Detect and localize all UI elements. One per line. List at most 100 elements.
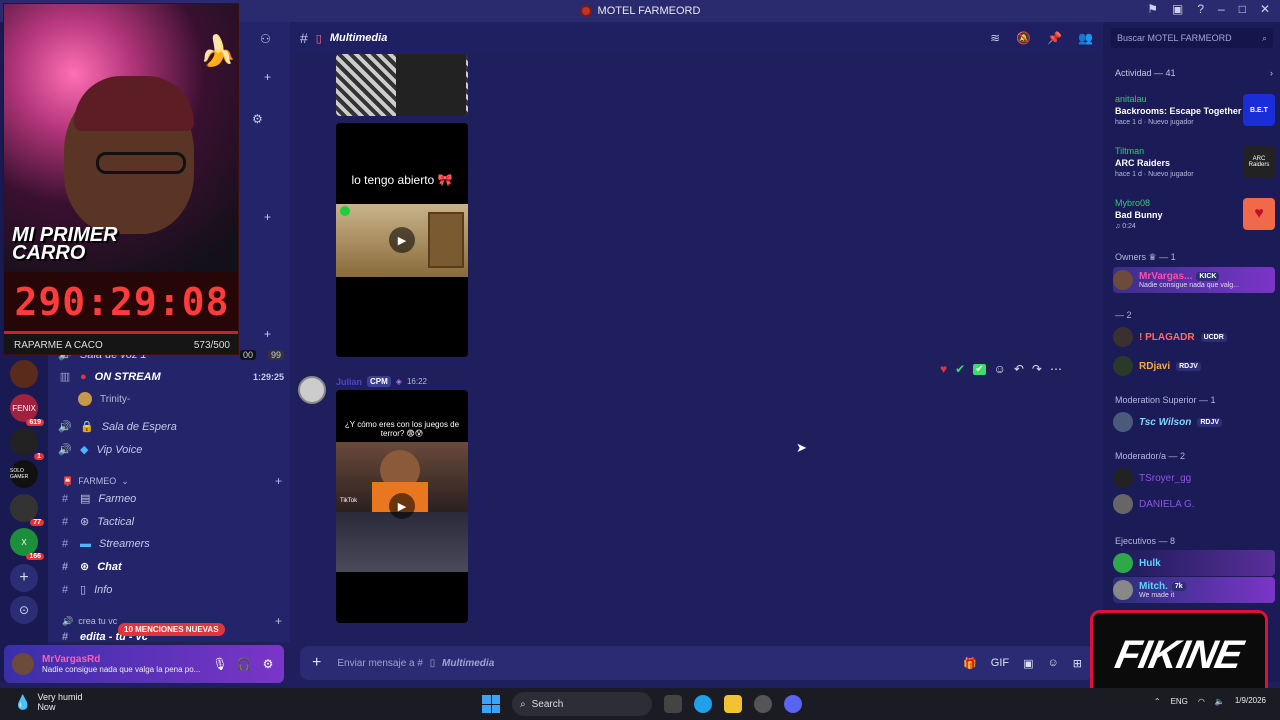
sticker-icon[interactable]: ▣ [1023,657,1033,670]
new-mentions-pill[interactable]: 10 MENCIONES NUEVAS [118,623,225,636]
add-channel-icon[interactable]: + [264,327,271,341]
overlay-title: MI PRIMER CARRO [12,224,118,264]
add-server-button[interactable]: + [10,564,38,592]
message-input[interactable]: Enviar mensaje a # ▯ Multimedia [337,658,494,669]
headphones-icon[interactable]: 🎧 [236,657,252,671]
play-icon[interactable]: ▶ [389,227,415,253]
add-channel-icon[interactable]: + [275,474,282,488]
explore-servers-button[interactable]: ⊙ [10,596,38,624]
forward-icon[interactable]: ↷ [1032,362,1042,376]
add-channel-icon[interactable]: + [264,210,271,224]
volume-icon[interactable]: 🔈 [1215,697,1225,706]
pinned-messages-icon[interactable]: 📌 [1047,31,1062,45]
hash-icon: # [61,560,69,573]
windows-start-icon[interactable] [482,695,500,713]
clock-date[interactable]: 1/9/2026 [1235,696,1266,706]
member-row[interactable]: Hulk [1113,550,1275,576]
weather-widget[interactable]: 💧 Very humid Now [14,692,82,712]
server-icon[interactable]: 77 [10,494,44,526]
close-button[interactable]: ✕ [1260,2,1270,16]
check-reaction-icon[interactable]: ✔ [955,362,965,376]
server-icon[interactable] [10,360,38,388]
maximize-button[interactable]: □ [1239,2,1246,16]
server-icon[interactable]: FENIX 619 [10,394,44,426]
text-channel[interactable]: # ▬ Streamers [58,538,284,550]
server-search[interactable]: Buscar MOTEL FARMEORD ⌕ [1111,28,1273,48]
document-icon: ▯ [80,584,87,596]
voice-channel-on-stream[interactable]: ▥ ● ON STREAM 1:29:25 [58,370,284,384]
play-icon[interactable]: ▶ [389,493,415,519]
video-attachment[interactable]: lo tengo abierto 🎀 ▶ [336,123,468,357]
screen-share-icon[interactable]: ▣ [1172,2,1183,16]
add-reaction-icon[interactable]: ☺ [994,362,1006,376]
add-channel-icon[interactable]: + [264,70,271,84]
server-icon[interactable]: SOLO GAMER [10,460,38,488]
member-row[interactable]: MrVargas... KICK Nadie consigue nada que… [1113,267,1275,293]
heart-reaction-icon[interactable]: ♥ [940,362,947,376]
app-icon[interactable] [754,695,772,713]
member-row[interactable]: Mitch. 7k We made it [1113,577,1275,603]
add-members-icon[interactable]: ⚇ [260,32,271,46]
message-avatar[interactable] [298,376,326,404]
wifi-icon[interactable]: ◠ [1198,697,1205,706]
microphone-icon[interactable]: 🎙 [212,657,228,671]
category-farmeo[interactable]: 📮 FARMEO ⌄ + [62,474,282,488]
streamer-glasses [96,152,186,174]
member-row[interactable]: ! PLAGADR UCDR [1113,324,1275,350]
chevron-down-icon: ⌄ [121,475,129,486]
voice-user[interactable]: Trinity- [78,392,304,406]
chevron-up-icon[interactable]: ⌃ [1154,697,1161,706]
activity-card[interactable]: Mybro08 Bad Bunny ♫ 0:24 ♥ [1115,198,1275,238]
text-channel[interactable]: # ⊛ Chat [58,560,284,574]
channel-name: Streamers [99,538,150,550]
add-channel-icon[interactable]: + [275,614,282,628]
mute-notifications-icon[interactable]: 🔕 [1016,31,1031,45]
file-explorer-icon[interactable] [724,695,742,713]
more-options-icon[interactable]: ⋯ [1050,362,1062,376]
apps-icon[interactable]: ⊞ [1073,657,1082,670]
channel-settings-icon[interactable]: ⚙ [252,112,263,126]
message-composer[interactable]: + Enviar mensaje a # ▯ Multimedia 🎁 GIF … [300,646,1094,680]
mouse-cursor-icon: ➤ [796,440,807,455]
server-icon[interactable]: X 166 [10,528,44,560]
voice-channel[interactable]: 🔊 🔒 Sala de Espera [58,420,284,434]
discord-icon[interactable] [784,695,802,713]
text-channel[interactable]: # ⊛ Tactical [58,515,284,529]
activity-card[interactable]: Tiltman ARC Raiders hace 1 d · Nuevo jug… [1115,146,1275,186]
help-icon[interactable]: ? [1197,2,1204,16]
activity-card[interactable]: anitalau Backrooms: Escape Together hace… [1115,94,1275,134]
settings-gear-icon[interactable]: ⚙ [260,657,276,671]
text-channel[interactable]: # ▯ Info [58,583,284,597]
member-row[interactable]: TSroyer_gg [1113,465,1275,491]
message-list: lo tengo abierto 🎀 ▶ Julian CPM ◈ 16:22 … [290,54,1103,642]
channel-emoji-icon: ▯ [429,657,436,669]
member-row[interactable]: RDjavi RDJV [1113,353,1275,379]
video-attachment[interactable]: ¿Y cómo eres con los juegos de terror? 😨… [336,390,468,623]
user-info[interactable]: MrVargasRd Nadie consigue nada que valga… [42,654,204,674]
checkbox-reaction-icon[interactable]: ✔ [973,363,986,375]
voice-user-name: Trinity- [100,393,131,405]
task-view-icon[interactable] [664,695,682,713]
member-row[interactable]: DANIELA G. [1113,491,1275,517]
activity-header[interactable]: Actividad — 41 › [1115,68,1273,78]
lang-indicator[interactable]: ENG [1171,697,1188,706]
threads-icon[interactable]: ≋ [990,31,1000,45]
minimize-button[interactable]: – [1218,2,1225,16]
inbox-icon[interactable]: ⚑ [1147,2,1158,16]
gift-icon[interactable]: 🎁 [963,657,977,670]
member-list-icon[interactable]: 👥 [1078,31,1093,45]
voice-channel[interactable]: 🔊 ◆ Vip Voice [58,443,284,457]
server-icon[interactable]: 1 [10,428,44,460]
reply-icon[interactable]: ↶ [1014,362,1024,376]
goal-count: 573/500 [193,339,230,351]
member-row[interactable]: Tsc Wilson RDJV [1113,409,1275,435]
gif-icon[interactable]: GIF [991,657,1009,670]
message-author[interactable]: Julian [336,377,362,387]
user-avatar[interactable] [12,653,34,675]
taskbar-search[interactable]: ⌕ Search [512,692,652,716]
emoji-icon[interactable]: ☺ [1048,657,1059,670]
edge-browser-icon[interactable] [694,695,712,713]
attach-plus-icon[interactable]: + [312,654,321,672]
text-channel[interactable]: # ▤ Farmeo [58,492,284,506]
media-attachment[interactable] [336,54,468,116]
